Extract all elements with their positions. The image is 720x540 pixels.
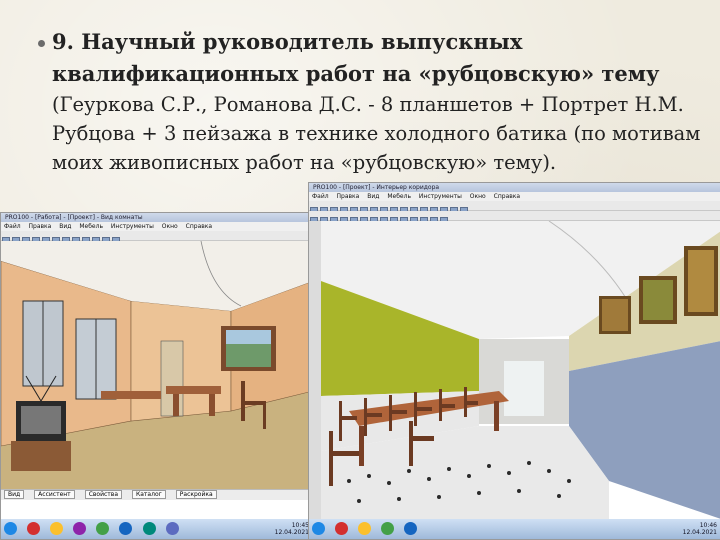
status-tab[interactable]: Ассистент <box>34 490 75 499</box>
status-tab[interactable]: Каталог <box>132 490 166 499</box>
menu-item[interactable]: Справка <box>494 193 520 200</box>
menu-item[interactable]: Правка <box>29 223 52 230</box>
right-toolbar-1 <box>309 201 720 215</box>
left-titlebar: PRO100 - [Работа] - [Проект] - Вид комна… <box>1 213 313 222</box>
slide-body: (Геуркова С.Р., Романова Д.С. - 8 планше… <box>52 93 701 174</box>
folder-icon[interactable] <box>50 522 64 535</box>
menu-item[interactable]: Правка <box>337 193 360 200</box>
menu-item[interactable]: Инструменты <box>419 193 462 200</box>
word-icon[interactable] <box>119 522 133 535</box>
room-render <box>1 240 313 489</box>
menu-item[interactable]: Файл <box>4 223 21 230</box>
right-taskbar: 10:46 12.04.2021 <box>309 519 720 539</box>
slide-text: 9. Научный руководитель выпускных квалиф… <box>38 26 702 177</box>
skype-icon[interactable] <box>142 522 156 535</box>
menu-item[interactable]: Окно <box>162 223 178 230</box>
menu-item[interactable]: Вид <box>59 223 71 230</box>
app-icon[interactable] <box>165 522 179 535</box>
right-tray: 10:46 12.04.2021 <box>683 522 717 536</box>
tray-date: 12.04.2021 <box>274 529 309 536</box>
chrome-icon[interactable] <box>96 522 110 535</box>
status-tab[interactable]: Вид <box>4 490 25 499</box>
menu-item[interactable]: Инструменты <box>111 223 154 230</box>
left-tray: 10:45 12.04.2021 <box>275 522 309 536</box>
slide-heading: 9. Научный руководитель выпускных квалиф… <box>38 26 702 90</box>
left-statusbar: Вид Ассистент Свойства Каталог Раскройка <box>1 489 313 500</box>
bullet-icon <box>38 40 45 47</box>
tray-date: 12.04.2021 <box>682 529 717 536</box>
menu-item[interactable]: Окно <box>470 193 486 200</box>
left-toolbar <box>1 231 313 245</box>
right-titlebar: PRO100 - [Проект] - Интерьер коридора <box>309 183 720 192</box>
corridor-render <box>309 220 720 519</box>
menu-item[interactable]: Мебель <box>387 193 411 200</box>
opera-icon[interactable] <box>335 522 349 535</box>
tray-time: 10:46 <box>699 522 717 529</box>
start-icon[interactable] <box>312 522 325 535</box>
status-tab[interactable]: Раскройка <box>175 490 217 499</box>
right-toolbar-2 <box>309 211 720 225</box>
word-icon[interactable] <box>404 522 418 535</box>
menu-item[interactable]: Вид <box>367 193 379 200</box>
right-3d-viewport[interactable] <box>309 220 720 519</box>
menu-item[interactable]: Справка <box>186 223 212 230</box>
right-screenshot: PRO100 - [Проект] - Интерьер коридора Фа… <box>308 182 720 540</box>
left-screenshot: PRO100 - [Работа] - [Проект] - Вид комна… <box>0 212 314 540</box>
right-menubar: Файл Правка Вид Мебель Инструменты Окно … <box>309 192 720 201</box>
menu-item[interactable]: Файл <box>312 193 329 200</box>
left-3d-viewport[interactable] <box>1 240 313 489</box>
chrome-icon[interactable] <box>381 522 395 535</box>
heading-text: 9. Научный руководитель выпускных квалиф… <box>52 29 660 86</box>
status-tab[interactable]: Свойства <box>84 490 122 499</box>
menu-item[interactable]: Мебель <box>79 223 103 230</box>
left-menubar: Файл Правка Вид Мебель Инструменты Окно … <box>1 222 313 231</box>
start-icon[interactable] <box>4 522 17 535</box>
media-icon[interactable] <box>73 522 87 535</box>
tray-time: 10:45 <box>291 522 309 529</box>
left-taskbar: 10:45 12.04.2021 <box>1 519 313 539</box>
opera-icon[interactable] <box>27 522 41 535</box>
folder-icon[interactable] <box>358 522 372 535</box>
